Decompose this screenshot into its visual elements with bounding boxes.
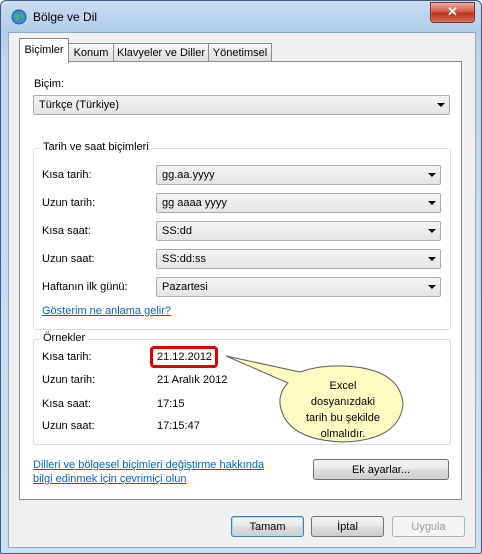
notation-help-link[interactable]: Gösterim ne anlama gelir? xyxy=(42,305,171,317)
example-short-time-value: 17:15 xyxy=(157,398,185,410)
tab-keyboards-languages[interactable]: Klavyeler ve Diller xyxy=(113,43,209,63)
globe-icon xyxy=(11,9,27,25)
example-long-time-value: 17:15:47 xyxy=(157,420,200,432)
online-info-link-line1[interactable]: Dilleri ve bölgesel biçimleri değiştirme… xyxy=(33,459,264,471)
chevron-down-icon xyxy=(437,103,445,107)
close-icon: ✕ xyxy=(447,4,458,19)
button-label: İptal xyxy=(337,521,358,533)
cancel-button[interactable]: İptal xyxy=(311,516,384,537)
short-date-label: Kısa tarih: xyxy=(42,169,92,181)
example-long-date-value: 21 Aralık 2012 xyxy=(157,374,228,386)
short-date-select[interactable]: gg.aa.yyyy xyxy=(156,165,441,185)
format-value: Türkçe (Türkiye) xyxy=(39,99,120,111)
short-time-select[interactable]: SS:dd xyxy=(156,221,441,241)
tab-label: Yönetimsel xyxy=(212,47,268,59)
tab-location[interactable]: Konum xyxy=(68,43,114,63)
chevron-down-icon xyxy=(428,285,436,289)
long-date-value: gg aaaa yyyy xyxy=(162,197,227,209)
advanced-settings-button[interactable]: Ek ayarlar... xyxy=(313,459,449,480)
first-day-label: Haftanın ilk günü: xyxy=(42,281,128,293)
tab-administrative[interactable]: Yönetimsel xyxy=(208,43,272,63)
chevron-down-icon xyxy=(428,173,436,177)
title-bar[interactable]: Bölge ve Dil ✕ xyxy=(1,1,481,33)
example-short-date-label: Kısa tarih: xyxy=(42,351,92,363)
button-label: Uygula xyxy=(411,521,446,533)
long-time-value: SS:dd:ss xyxy=(162,253,207,265)
long-time-label: Uzun saat: xyxy=(42,253,95,265)
long-date-select[interactable]: gg aaaa yyyy xyxy=(156,193,441,213)
callout-line: olmalıdır. xyxy=(320,428,366,440)
callout-line: Excel xyxy=(329,380,357,392)
button-label: Ek ayarlar... xyxy=(351,464,411,476)
button-label: Tamam xyxy=(249,521,286,533)
callout-text: Excel dosyanızdaki tarih bu şekilde olma… xyxy=(283,378,403,442)
long-time-select[interactable]: SS:dd:ss xyxy=(156,249,441,269)
date-time-formats-title: Tarih ve saat biçimleri xyxy=(40,141,152,153)
example-short-date-value: 21.12.2012 xyxy=(157,351,213,363)
format-select[interactable]: Türkçe (Türkiye) xyxy=(33,95,450,115)
examples-title: Örnekler xyxy=(40,332,89,344)
apply-button: Uygula xyxy=(392,516,465,537)
format-label: Biçim: xyxy=(34,78,64,90)
first-day-select[interactable]: Pazartesi xyxy=(156,277,441,297)
online-info-link-line2[interactable]: bilgi edinmek için çevrimiçi olun xyxy=(33,473,186,485)
long-date-label: Uzun tarih: xyxy=(42,197,96,209)
tab-formats[interactable]: Biçimler xyxy=(19,38,69,63)
first-day-value: Pazartesi xyxy=(162,281,208,293)
tab-label: Biçimler xyxy=(24,44,64,56)
close-button[interactable]: ✕ xyxy=(430,2,475,23)
callout-line: tarih bu şekilde xyxy=(306,412,380,424)
example-short-time-label: Kısa saat: xyxy=(42,398,91,410)
example-long-date-label: Uzun tarih: xyxy=(42,374,96,386)
tab-label: Klavyeler ve Diller xyxy=(116,47,206,59)
chevron-down-icon xyxy=(428,201,436,205)
short-date-value: gg.aa.yyyy xyxy=(162,169,215,181)
chevron-down-icon xyxy=(428,257,436,261)
example-long-time-label: Uzun saat: xyxy=(42,420,95,432)
ok-button[interactable]: Tamam xyxy=(231,516,304,537)
short-time-label: Kısa saat: xyxy=(42,225,91,237)
callout-line: dosyanızdaki xyxy=(310,396,376,408)
chevron-down-icon xyxy=(428,229,436,233)
window-title: Bölge ve Dil xyxy=(33,10,98,24)
tab-label: Konum xyxy=(73,47,109,59)
short-time-value: SS:dd xyxy=(162,225,192,237)
